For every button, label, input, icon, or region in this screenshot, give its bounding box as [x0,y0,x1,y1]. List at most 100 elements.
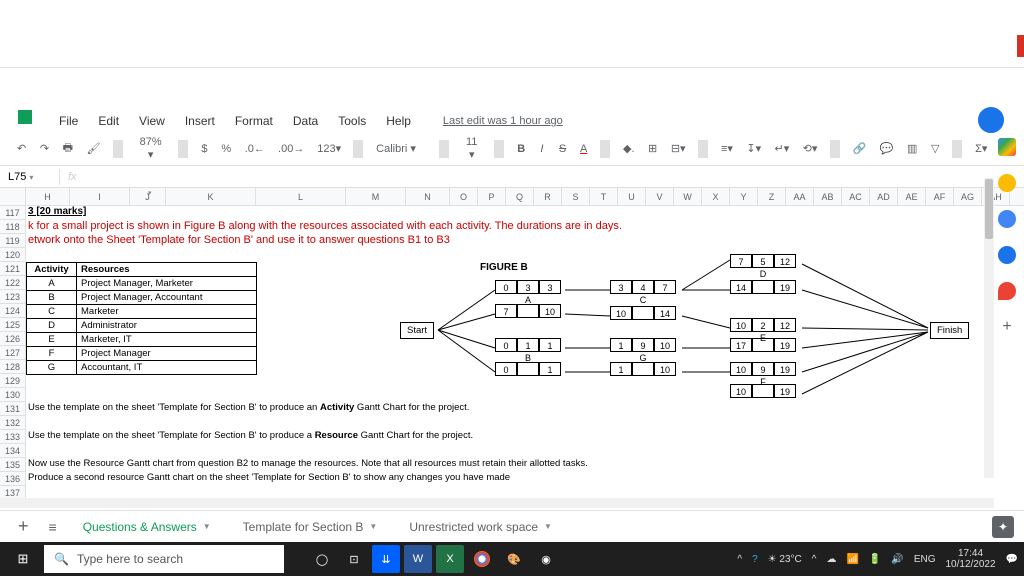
keep-icon[interactable] [998,174,1016,192]
col-header-P[interactable]: P [478,188,506,205]
wrap-button[interactable]: ↵▾ [770,139,794,158]
app-icon[interactable]: ◉ [532,545,560,573]
rotate-button[interactable]: ⟲▾ [798,139,822,158]
onedrive-icon[interactable]: ☁ [826,554,836,565]
name-box[interactable]: L75 ▾ [0,169,60,185]
contacts-icon[interactable] [998,246,1016,264]
currency-button[interactable]: $ [196,140,212,158]
menu-tools[interactable]: Tools [329,110,375,132]
dec-decrease-button[interactable]: .0← [240,140,269,158]
tab-unrestricted-workspace[interactable]: Unrestricted work space▼ [395,514,566,540]
chevron-up-icon[interactable]: ^ [737,554,742,565]
cortana-icon[interactable]: ⊡ [340,545,368,573]
percent-button[interactable]: % [216,140,235,158]
fill-color-button[interactable]: ◆. [618,139,639,158]
formula-bar[interactable] [85,171,1024,183]
col-header-X[interactable]: X [702,188,730,205]
row-header-125[interactable]: 125 [0,318,26,332]
last-edit-link[interactable]: Last edit was 1 hour ago [434,111,572,131]
sheet-grid[interactable]: 1171181191201211221231241251261271281291… [0,206,1024,516]
dropbox-icon[interactable]: ⇊ [372,545,400,573]
word-icon[interactable]: W [404,545,432,573]
maps-icon[interactable] [998,282,1016,300]
language-indicator[interactable]: ENG [914,554,936,565]
col-header-AF[interactable]: AF [926,188,954,205]
clock[interactable]: 17:4410/12/2022 [945,548,995,570]
row-header-129[interactable]: 129 [0,374,26,388]
col-header-W[interactable]: W [674,188,702,205]
volume-icon[interactable]: 🔊 [891,554,903,565]
col-header-Y[interactable]: Y [730,188,758,205]
horizontal-scrollbar[interactable] [0,498,994,508]
merge-button[interactable]: ⊟▾ [666,139,690,158]
menu-data[interactable]: Data [284,110,327,132]
row-header-126[interactable]: 126 [0,332,26,346]
zoom-select[interactable]: 87% ▾ [131,133,170,164]
col-header-I[interactable]: I [70,188,130,205]
row-header-123[interactable]: 123 [0,290,26,304]
menu-help[interactable]: Help [377,110,420,132]
row-header-117[interactable]: 117 [0,206,26,220]
row-header-128[interactable]: 128 [0,360,26,374]
col-header-V[interactable]: V [646,188,674,205]
menu-insert[interactable]: Insert [176,110,224,132]
all-sheets-button[interactable]: ≡ [41,519,65,535]
add-sheet-button[interactable]: + [10,516,37,537]
italic-button[interactable]: I [534,140,550,158]
row-header-136[interactable]: 136 [0,472,26,486]
row-header-133[interactable]: 133 [0,430,26,444]
col-header-AB[interactable]: AB [814,188,842,205]
bold-button[interactable]: B [512,140,530,158]
col-header-H[interactable]: H [26,188,70,205]
help-tray-icon[interactable]: ? [752,554,758,565]
paint-icon[interactable]: 🎨 [500,545,528,573]
network-icon[interactable]: 📶 [846,554,858,565]
borders-button[interactable]: ⊞ [643,139,662,158]
row-header-122[interactable]: 122 [0,276,26,290]
col-header-O[interactable]: O [450,188,478,205]
task-view-icon[interactable]: ◯ [308,545,336,573]
row-header-119[interactable]: 119 [0,234,26,248]
col-header-L[interactable]: L [256,188,346,205]
col-header-AC[interactable]: AC [842,188,870,205]
excel-icon[interactable]: X [436,545,464,573]
col-header-K[interactable]: K [166,188,256,205]
undo-icon[interactable]: ↶ [12,139,31,158]
calendar-icon[interactable] [998,138,1016,156]
row-header-132[interactable]: 132 [0,416,26,430]
avatar[interactable] [976,105,1006,135]
col-header-AD[interactable]: AD [870,188,898,205]
functions-button[interactable]: Σ▾ [970,139,992,158]
filter-button[interactable]: ▽ [926,139,944,158]
row-header-127[interactable]: 127 [0,346,26,360]
text-color-button[interactable]: A [575,140,592,158]
row-header-120[interactable]: 120 [0,248,26,262]
paint-icon[interactable]: 🖌 [82,139,105,158]
halign-button[interactable]: ≡▾ [716,139,737,158]
tray-expand-icon[interactable]: ^ [812,554,817,565]
valign-button[interactable]: ↧▾ [741,139,765,158]
redo-icon[interactable]: ↷ [35,139,54,158]
format-123-button[interactable]: 123▾ [312,139,345,158]
col-header-M[interactable]: M [346,188,406,205]
row-header-121[interactable]: 121 [0,262,26,276]
strike-button[interactable]: S [554,140,571,158]
start-button[interactable]: ⊞ [6,542,40,576]
col-header-AG[interactable]: AG [954,188,982,205]
font-size-select[interactable]: 11 ▾ [457,133,486,164]
row-header-118[interactable]: 118 [0,220,26,234]
col-header-N[interactable]: N [406,188,450,205]
col-header-Z[interactable]: Z [758,188,786,205]
comment-button[interactable]: 💬 [875,139,898,158]
notifications-icon[interactable]: 💬 [1006,554,1018,565]
vertical-scrollbar[interactable] [984,178,994,478]
row-header-135[interactable]: 135 [0,458,26,472]
col-header-AE[interactable]: AE [898,188,926,205]
chrome-icon[interactable] [468,545,496,573]
col-header-U[interactable]: U [618,188,646,205]
col-header-R[interactable]: R [534,188,562,205]
row-header-131[interactable]: 131 [0,402,26,416]
tab-template-section-b[interactable]: Template for Section B▼ [229,514,392,540]
row-header-130[interactable]: 130 [0,388,26,402]
menu-file[interactable]: File [50,110,87,132]
